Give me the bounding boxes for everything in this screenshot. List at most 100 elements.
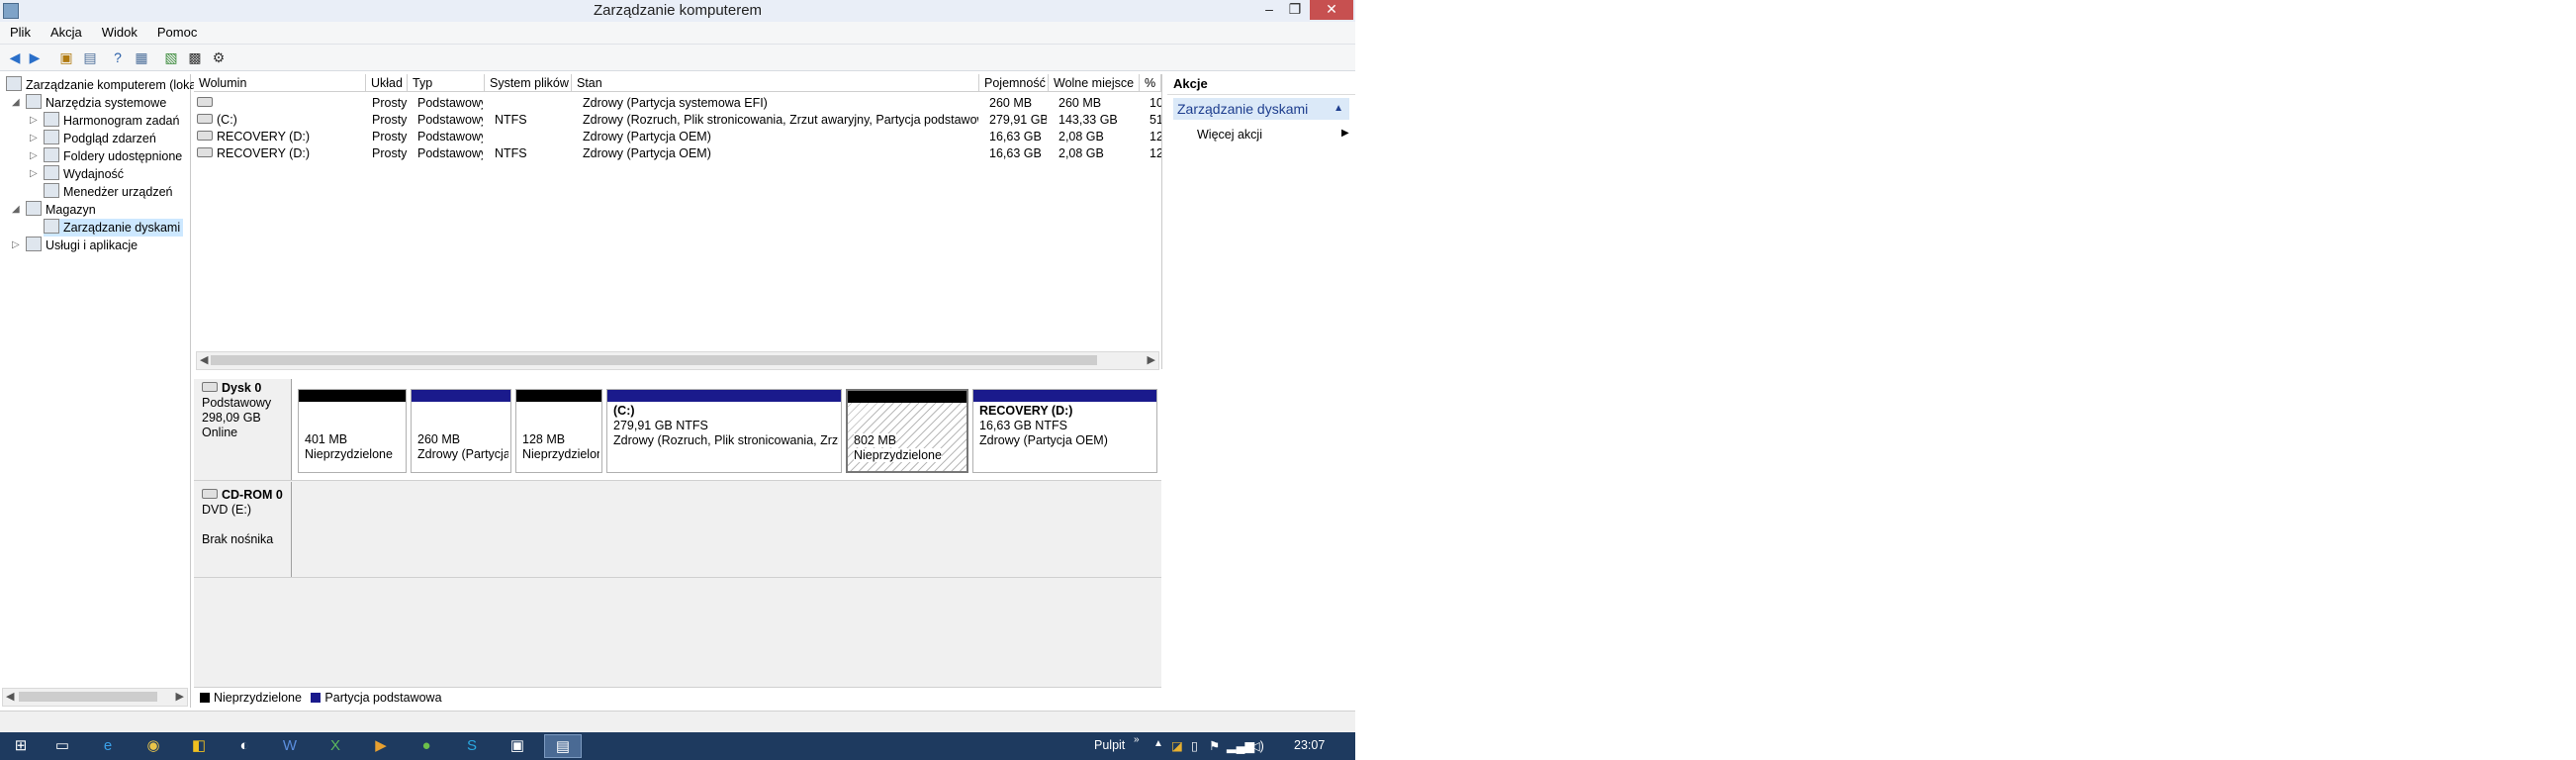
power-icon[interactable]: ▯ [1191, 738, 1198, 753]
settings-icon[interactable]: ⚙ [210, 48, 228, 66]
computer-management-taskbar-icon[interactable]: ▤ [544, 734, 582, 758]
cdrom-0-label[interactable]: CD-ROM 0 DVD (E:) Brak nośnika [194, 482, 292, 577]
tree-horizontal-scrollbar[interactable]: ◀ ▶ [2, 688, 188, 707]
remote-desktop-icon[interactable]: ▣ [499, 734, 536, 758]
legend-primary-label: Partycja podstawowa [324, 691, 442, 705]
type-cell: Podstawowy [417, 130, 483, 143]
tree-performance[interactable]: ▷ Wydajność [30, 165, 124, 183]
tree-scheduler[interactable]: ▷ Harmonogram zadań [30, 112, 179, 130]
menu-pomoc[interactable]: Pomoc [147, 22, 207, 40]
partition-efi-260mb[interactable]: 260 MB Zdrowy (Partycja [411, 389, 511, 473]
column-header-volume[interactable]: Wolumin [194, 74, 366, 92]
disk-0-status: Online [202, 426, 238, 439]
action-center-icon[interactable]: ⚑ [1209, 738, 1220, 753]
more-actions-link[interactable]: Więcej akcji ▶ [1197, 128, 1349, 142]
word-icon[interactable]: W [271, 734, 309, 758]
disk-0-label[interactable]: Dysk 0 Podstawowy 298,09 GB Online [194, 379, 292, 480]
media-player-icon[interactable]: ▶ [362, 734, 400, 758]
internet-explorer-icon[interactable]: e [89, 734, 127, 758]
partition-unallocated-802mb[interactable]: 802 MB Nieprzydzielone [846, 389, 968, 473]
scroll-left-icon[interactable]: ◀ [200, 353, 208, 366]
notes-app-icon[interactable]: ◧ [180, 734, 218, 758]
expand-arrow-icon[interactable]: ▷ [30, 147, 38, 165]
column-header-capacity[interactable]: Pojemność [979, 74, 1049, 92]
excel-icon[interactable]: X [317, 734, 354, 758]
properties-icon[interactable]: ▩ [186, 48, 204, 66]
layout-cell: Prosty [372, 113, 408, 127]
disc-app-icon[interactable]: ◐ [226, 734, 263, 758]
volume-icon [197, 147, 213, 157]
minimize-icon[interactable]: – [1256, 0, 1282, 20]
scroll-right-icon[interactable]: ▶ [1148, 353, 1155, 366]
column-header-percent[interactable]: % [1140, 74, 1161, 92]
tree-event-viewer[interactable]: ▷ Podgląd zdarzeń [30, 130, 156, 147]
expand-arrow-icon[interactable]: ▷ [30, 112, 38, 130]
menu-widok[interactable]: Widok [92, 22, 147, 40]
utility-app-icon[interactable]: ● [408, 734, 445, 758]
export-list-icon[interactable]: ▧ [162, 48, 180, 66]
skype-icon[interactable]: S [453, 734, 491, 758]
collapse-up-icon[interactable]: ▲ [1334, 98, 1343, 120]
tree-storage[interactable]: ◢ Magazyn [12, 201, 96, 219]
column-header-filesystem[interactable]: System plików [485, 74, 572, 92]
status-cell: Zdrowy (Partycja OEM) [583, 130, 711, 143]
tree-system-tools[interactable]: ◢ Narzędzia systemowe [12, 94, 166, 112]
collapse-arrow-icon[interactable]: ◢ [12, 201, 20, 219]
cdrom-name: CD-ROM 0 [222, 488, 283, 502]
partition-size: 260 MB [417, 432, 461, 446]
toolbar-expand-icon[interactable]: » [1134, 734, 1140, 745]
scroll-right-icon[interactable]: ▶ [176, 690, 184, 703]
chrome-icon[interactable]: ◉ [135, 734, 172, 758]
column-header-layout[interactable]: Układ [366, 74, 408, 92]
forward-icon[interactable]: ▶ [26, 48, 44, 66]
scrollbar-thumb[interactable] [211, 355, 1097, 365]
show-hide-tree-icon[interactable]: ▤ [81, 48, 99, 66]
tools-icon [26, 94, 42, 109]
column-header-status[interactable]: Stan [572, 74, 979, 92]
tree-device-manager[interactable]: Menedżer urządzeń [44, 183, 172, 201]
collapse-arrow-icon[interactable]: ◢ [12, 94, 20, 112]
volume-list-horizontal-scrollbar[interactable]: ◀ ▶ [196, 351, 1159, 370]
file-explorer-icon[interactable]: ▭ [44, 734, 81, 758]
tree-device-manager-label: Menedżer urządzeń [63, 185, 173, 199]
taskbar: ⊞ ▭ e ◉ ◧ ◐ W X ▶ ● S ▣ ▤ Pulpit » ▲ ◪ ▯… [0, 732, 1355, 760]
close-icon[interactable]: ✕ [1310, 0, 1353, 20]
menu-akcja[interactable]: Akcja [41, 22, 92, 40]
tray-app-icon[interactable]: ◪ [1171, 738, 1183, 753]
menu-plik[interactable]: Plik [0, 22, 41, 40]
partition-unallocated-401mb[interactable]: 401 MB Nieprzydzielone [298, 389, 407, 473]
cdrom-0-row[interactable]: CD-ROM 0 DVD (E:) Brak nośnika [194, 482, 1161, 578]
clock[interactable]: 23:07 [1294, 738, 1325, 752]
tree-root-label: Zarządzanie komputerem (loka [26, 78, 197, 92]
expand-arrow-icon[interactable]: ▷ [12, 237, 20, 254]
scroll-left-icon[interactable]: ◀ [6, 690, 14, 703]
partition-unallocated-128mb[interactable]: 128 MB Nieprzydzielon [515, 389, 602, 473]
disk-0-row[interactable]: Dysk 0 Podstawowy 298,09 GB Online 401 M… [194, 379, 1161, 481]
desktop-toolbar-label[interactable]: Pulpit [1094, 738, 1125, 752]
tree-shared-folders[interactable]: ▷ Foldery udostępnione [30, 147, 182, 165]
actions-section-label: Zarządzanie dyskami [1177, 101, 1309, 117]
up-folder-icon[interactable]: ▣ [57, 48, 75, 66]
tray-overflow-icon[interactable]: ▲ [1153, 738, 1163, 749]
restore-icon[interactable]: ❐ [1282, 0, 1308, 20]
volume-icon[interactable]: ◁) [1250, 738, 1264, 753]
partition-text: 401 MB Nieprzydzielone [305, 418, 404, 462]
tree-disk-management[interactable]: Zarządzanie dyskami [44, 219, 184, 237]
partition-status: Nieprzydzielon [522, 447, 599, 461]
expand-arrow-icon[interactable]: ▷ [30, 130, 38, 147]
view-icon[interactable]: ▦ [133, 48, 150, 66]
column-header-type[interactable]: Typ [408, 74, 485, 92]
help-icon[interactable]: ? [109, 48, 127, 66]
partition-recovery-d[interactable]: RECOVERY (D:) 16,63 GB NTFS Zdrowy (Part… [972, 389, 1157, 473]
actions-section-disk-management[interactable]: Zarządzanie dyskami ▲ [1173, 98, 1349, 120]
expand-arrow-icon[interactable]: ▷ [30, 165, 38, 183]
tree-services[interactable]: ▷ Usługi i aplikacje [12, 237, 138, 254]
column-header-free-space[interactable]: Wolne miejsce [1049, 74, 1140, 92]
back-icon[interactable]: ◀ [6, 48, 24, 66]
start-icon[interactable]: ⊞ [2, 734, 40, 758]
scrollbar-thumb[interactable] [19, 692, 157, 702]
partition-color-band [848, 391, 966, 403]
tree-root[interactable]: Zarządzanie komputerem (loka [6, 76, 196, 94]
partition-c-drive[interactable]: (C:) 279,91 GB NTFS Zdrowy (Rozruch, Pli… [606, 389, 842, 473]
services-icon [26, 237, 42, 251]
